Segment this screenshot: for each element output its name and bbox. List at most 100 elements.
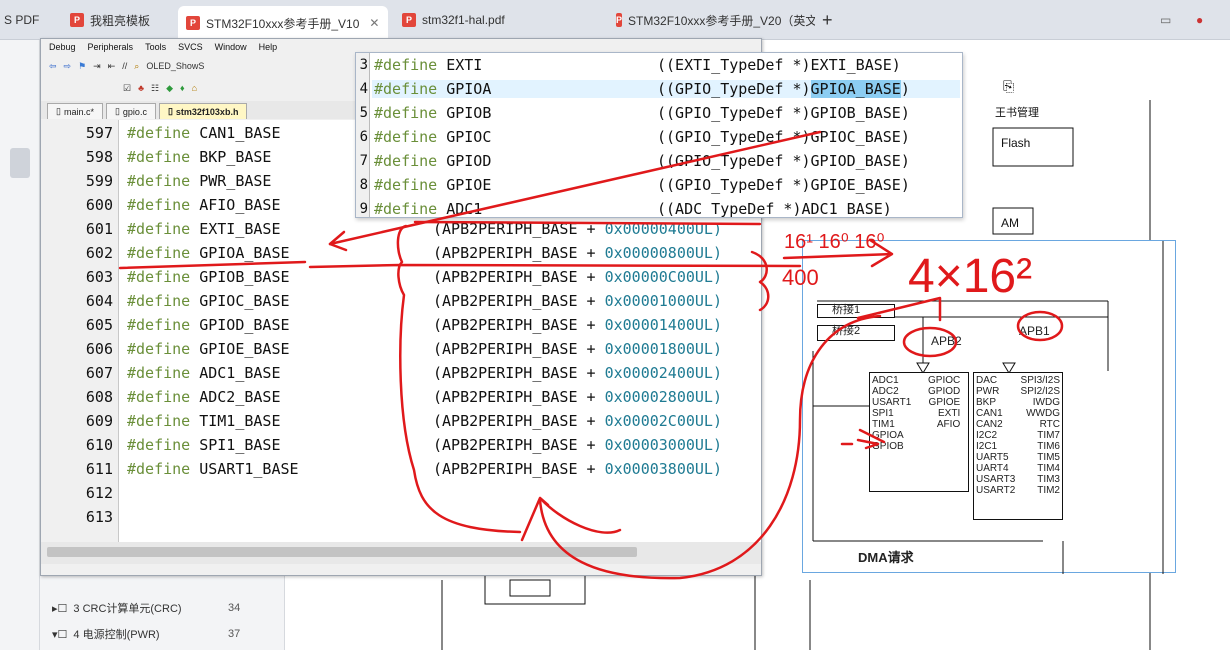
hex-offset: 0x00002400UL) bbox=[604, 364, 722, 382]
define-keyword: #define bbox=[127, 412, 191, 430]
forward-icon[interactable]: ⇨ bbox=[64, 61, 72, 72]
macro-name: GPIOA bbox=[446, 80, 492, 98]
browser-tab[interactable]: S PDF bbox=[0, 6, 60, 34]
code-line[interactable]: #define AFIO_BASE bbox=[127, 196, 281, 214]
menu-tools[interactable]: Tools bbox=[145, 42, 166, 52]
popup-code-line[interactable]: #define ADC1 ((ADC_TypeDef *)ADC1_BASE) bbox=[372, 200, 960, 218]
peripheral-label: TIM6 bbox=[1037, 441, 1060, 452]
line-number: 599 bbox=[85, 172, 113, 190]
code-line[interactable]: #define PWR_BASE bbox=[127, 172, 271, 190]
define-keyword: #define bbox=[374, 104, 438, 122]
manage-icon[interactable]: ☷ bbox=[151, 83, 159, 94]
browser-tab-active[interactable]: P STM32F10xxx参考手册_V10 ✕ bbox=[178, 6, 388, 40]
line-number: 611 bbox=[85, 460, 113, 478]
bookmark-item[interactable]: ▾☐ 4 电源控制(PWR) 37 bbox=[52, 626, 240, 642]
diamond-icon[interactable]: ◆ bbox=[166, 83, 173, 94]
bookmark-item[interactable]: ▸☐ 3 CRC计算单元(CRC) 34 bbox=[52, 600, 240, 616]
file-icon: ▯ bbox=[167, 106, 173, 116]
popup-code-line[interactable]: #define EXTI ((EXTI_TypeDef *)EXTI_BASE) bbox=[372, 56, 960, 74]
popup-code-line[interactable]: #define GPIOE ((GPIO_TypeDef *)GPIOE_BASE) bbox=[372, 176, 960, 194]
file-tab-main[interactable]: ▯ main.c* bbox=[47, 103, 103, 119]
peripheral-label: IWDG bbox=[1032, 397, 1060, 408]
code-line[interactable]: #define ADC2_BASE bbox=[127, 388, 281, 406]
code-line[interactable]: #define GPIOA_BASE bbox=[127, 244, 290, 262]
popup-code-line[interactable]: #define GPIOC ((GPIO_TypeDef *)GPIOC_BASE) bbox=[372, 128, 960, 146]
macro-expression: (APB2PERIPH_BASE + 0x00001400UL) bbox=[433, 316, 722, 334]
macro-name: GPIOD bbox=[446, 152, 492, 170]
book-icon[interactable]: ⎘ bbox=[1003, 78, 1014, 95]
definition-peek-popup[interactable]: 3 4 5 6 7 8 9 #define EXTI ((EXTI_TypeDef *)EXTI… bbox=[355, 52, 963, 218]
define-keyword: #define bbox=[127, 220, 191, 238]
code-line[interactable]: #define EXTI_BASE bbox=[127, 220, 281, 238]
download-icon[interactable]: ⌂ bbox=[192, 83, 197, 93]
code-line[interactable]: #define BKP_BASE bbox=[127, 148, 271, 166]
browser-tab[interactable]: P 我粗亮模板 bbox=[70, 6, 190, 34]
code-line[interactable]: #define GPIOE_BASE bbox=[127, 340, 290, 358]
scrollbar-thumb[interactable] bbox=[47, 547, 637, 557]
menu-peripherals[interactable]: Peripherals bbox=[88, 42, 134, 52]
menu-debug[interactable]: Debug bbox=[49, 42, 76, 52]
close-icon[interactable]: ✕ bbox=[369, 16, 379, 30]
user-icon[interactable]: ● bbox=[1196, 6, 1210, 34]
line-number: 603 bbox=[85, 268, 113, 286]
code-line[interactable]: #define USART1_BASE bbox=[127, 460, 299, 478]
code-line[interactable]: #define GPIOD_BASE bbox=[127, 316, 290, 334]
options-icon[interactable]: ☑ bbox=[123, 83, 131, 94]
hex-offset: 0x00002C00UL) bbox=[604, 412, 722, 430]
popup-expression: ((GPIO_TypeDef *)GPIOC_BASE) bbox=[657, 128, 910, 146]
peripheral-label: GPIOC bbox=[928, 375, 961, 386]
macro-expression: (APB2PERIPH_BASE + 0x00003000UL) bbox=[433, 436, 722, 454]
peripheral-label: SPI3/I2S bbox=[1020, 375, 1060, 386]
popup-line-number: 5 bbox=[359, 105, 368, 121]
peripheral-label: WWDG bbox=[1026, 408, 1060, 419]
code-line[interactable] bbox=[127, 484, 136, 502]
pack-icon[interactable]: ♦ bbox=[180, 83, 185, 93]
menu-svcs[interactable]: SVCS bbox=[178, 42, 203, 52]
apb1-peripheral-box: DAC PWR BKP CAN1 CAN2 I2C2 I2C1 UART5 UART4 USART… bbox=[973, 372, 1063, 520]
manage-label[interactable]: 王书管理 bbox=[995, 104, 1039, 120]
macro-expression: (APB2PERIPH_BASE + 0x00001000UL) bbox=[433, 292, 722, 310]
popup-code-line[interactable]: #define GPIOB ((GPIO_TypeDef *)GPIOB_BASE) bbox=[372, 104, 960, 122]
build-icon[interactable]: ♣ bbox=[138, 83, 144, 93]
tab-label: stm32f1-hal.pdf bbox=[422, 13, 505, 27]
file-tab-gpio[interactable]: ▯ gpio.c bbox=[105, 103, 156, 119]
popup-line-number: 3 bbox=[359, 57, 368, 73]
code-line[interactable]: #define GPIOC_BASE bbox=[127, 292, 290, 310]
code-line[interactable]: #define GPIOB_BASE bbox=[127, 268, 290, 286]
window-icon[interactable]: ▭ bbox=[1160, 6, 1174, 34]
selected-text[interactable]: GPIOA_BASE bbox=[810, 80, 901, 98]
outdent-icon[interactable]: ⇤ bbox=[108, 61, 116, 72]
menu-help[interactable]: Help bbox=[259, 42, 278, 52]
peripheral-label: CAN1 bbox=[976, 408, 1003, 419]
browser-tab[interactable]: Pstm32f1-hal.pdf bbox=[396, 6, 596, 34]
target-label[interactable]: OLED_ShowS bbox=[146, 61, 204, 71]
macro-name: GPIOB_BASE bbox=[199, 268, 290, 286]
horizontal-scrollbar[interactable] bbox=[41, 542, 761, 564]
macro-name: GPIOE bbox=[446, 176, 492, 194]
popup-code-line[interactable]: #define GPIOD ((GPIO_TypeDef *)GPIOD_BASE) bbox=[372, 152, 960, 170]
menu-window[interactable]: Window bbox=[215, 42, 247, 52]
new-tab-button[interactable]: + bbox=[822, 6, 842, 34]
indent-icon[interactable]: ⇥ bbox=[93, 61, 101, 72]
peripheral-label: ADC1 bbox=[872, 375, 899, 386]
thumbnail-icon[interactable] bbox=[10, 148, 30, 178]
expand-icon[interactable]: ▸☐ bbox=[52, 602, 67, 615]
peripheral-label: PWR bbox=[976, 386, 1000, 397]
comment-icon[interactable]: // bbox=[122, 61, 127, 71]
tab-label: STM32F10xxx参考手册_V20（英文 bbox=[628, 13, 815, 28]
code-line[interactable]: #define ADC1_BASE bbox=[127, 364, 281, 382]
code-line[interactable]: #define SPI1_BASE bbox=[127, 436, 281, 454]
browser-tab[interactable]: P STM32F10xxx参考手册_V20（英文 bbox=[610, 6, 815, 34]
code-line[interactable] bbox=[127, 508, 136, 526]
define-keyword: #define bbox=[374, 200, 438, 218]
collapse-icon[interactable]: ▾☐ bbox=[52, 628, 67, 641]
base-expr: (APB2PERIPH_BASE + bbox=[433, 340, 605, 358]
back-icon[interactable]: ⇦ bbox=[49, 61, 57, 72]
bus-architecture-figure: 桥接1 桥接2 APB2 APB1 ADC1 ADC2 USART1 SPI1 TIM1… bbox=[802, 240, 1176, 574]
popup-code-line[interactable]: #define GPIOA ((GPIO_TypeDef *)GPIOA_BASE) bbox=[372, 80, 960, 98]
code-line[interactable]: #define TIM1_BASE bbox=[127, 412, 281, 430]
find-icon[interactable]: ⌕ bbox=[134, 61, 139, 72]
bookmark-icon[interactable]: ⚑ bbox=[78, 61, 86, 72]
code-line[interactable]: #define CAN1_BASE bbox=[127, 124, 281, 142]
file-tab-stm32f103xb[interactable]: ▯ stm32f103xb.h bbox=[158, 103, 248, 119]
